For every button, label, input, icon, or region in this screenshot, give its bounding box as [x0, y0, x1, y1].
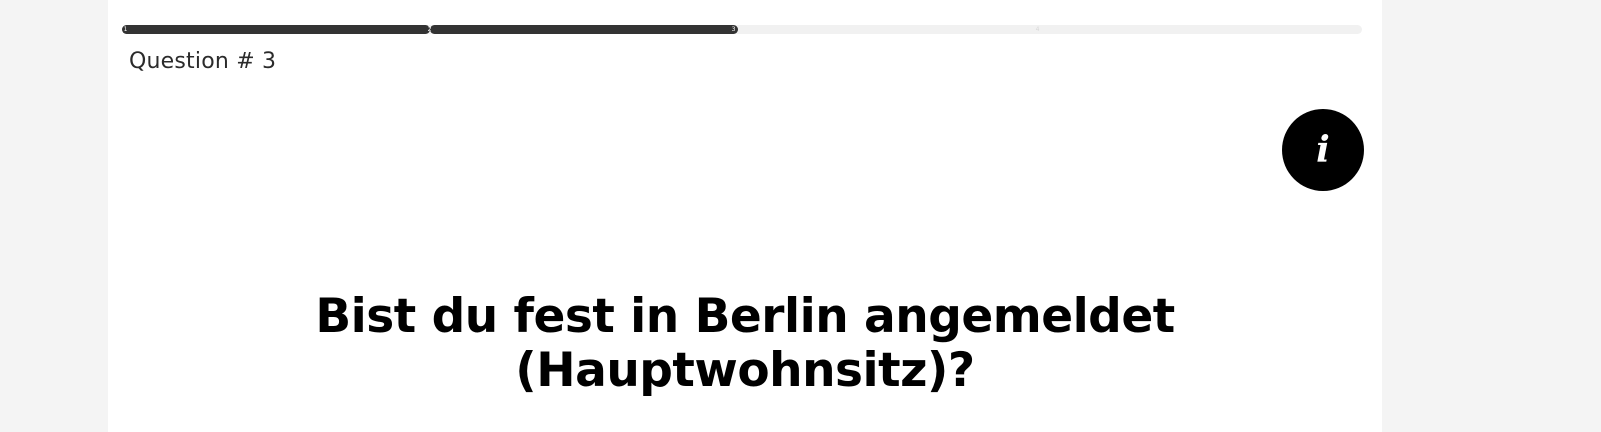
- progress-segment-2: [430, 25, 738, 34]
- progress-segment-1: [122, 25, 430, 34]
- progress-step-1: 1: [123, 26, 128, 33]
- question-title-line-1: Bist du fest in Berlin angemeldet: [315, 289, 1175, 344]
- progress-step-4: 4: [1035, 26, 1040, 33]
- info-button[interactable]: i: [1282, 109, 1364, 191]
- progress-step-3: 3: [731, 26, 736, 33]
- info-icon: i: [1316, 129, 1330, 171]
- progress-bar: 1 2 3 4: [122, 25, 1362, 34]
- question-panel: 1 2 3 4 Question # 3 i Bist du fest in B…: [108, 0, 1382, 432]
- question-title: Bist du fest in Berlin angemeldet (Haupt…: [108, 290, 1382, 398]
- progress-step-2: 2: [427, 26, 432, 33]
- question-number: Question # 3: [129, 49, 277, 74]
- question-title-line-2: (Hauptwohnsitz)?: [515, 343, 975, 398]
